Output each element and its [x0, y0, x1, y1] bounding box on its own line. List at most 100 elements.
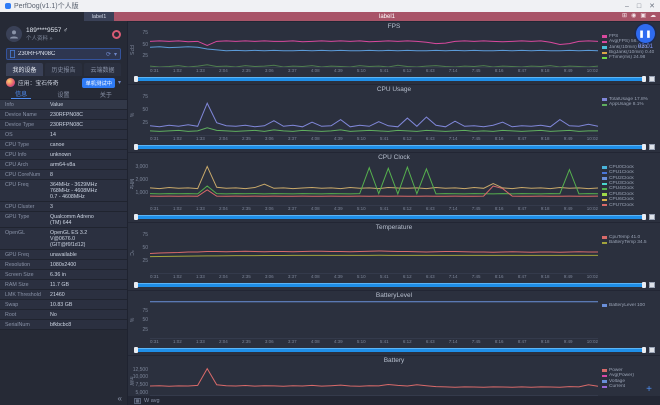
range-reset-button[interactable] [649, 282, 655, 288]
avg-toggle[interactable]: ▦ [134, 398, 141, 404]
device-info-table: InfoValueDevice Name230RFPN08CDevice Typ… [0, 100, 127, 405]
x-axis-batterylevel: 0:311:021:332:042:353:063:374:084:395:10… [150, 339, 598, 346]
banner-icon-group: ⊞ ◉ ▣ ☁ [622, 12, 656, 21]
tab-strip: label1 label1 ⊞◉▣☁ [0, 12, 660, 21]
table-row: OS14 [0, 130, 127, 140]
chart-plot-battery[interactable] [150, 365, 598, 396]
tab-history-reports[interactable]: 历史报告 [45, 63, 82, 76]
case-tab[interactable]: label1 [84, 12, 114, 21]
series-CPU4Clock [150, 167, 598, 194]
legend-swatch [602, 52, 607, 55]
chart-body-battery: mW12,50010,0007,5005,000PowerAvg(Power)V… [128, 365, 660, 396]
marker-icon[interactable]: ◉ [631, 12, 636, 21]
row-label: CPU Type [0, 142, 50, 148]
row-value: OpenGL ES 3.2 V@0676.0 (GIT@f6f1d12) [50, 230, 127, 248]
minimize-button[interactable]: – [625, 3, 629, 10]
y-unit-label: FPS [128, 45, 134, 55]
x-tick-label: 5:41 [380, 136, 389, 143]
legend-cpu-clock: CPU0ClockCPU1ClockCPU2ClockCPU3ClockCPU4… [598, 162, 660, 206]
x-tick-label: 1:02 [173, 206, 182, 213]
x-tick-label: 2:04 [219, 274, 228, 281]
table-row: CPU Archarm64-v8a [0, 160, 127, 170]
row-value: Qualcomm Adreno (TM) 644 [50, 214, 127, 226]
x-tick-label: 4:39 [334, 136, 343, 143]
row-value: 364MHz - 3629MHz 768MHz - 4608MHz 0.7 - … [50, 182, 127, 200]
x-tick-label: 6:43 [426, 136, 435, 143]
row-label: OpenGL [0, 230, 50, 248]
range-reset-button[interactable] [649, 214, 655, 220]
legend-swatch [602, 304, 607, 307]
app-caret-icon[interactable]: ▾ [118, 79, 121, 86]
y-tick-label: 7,500 [135, 382, 148, 388]
range-scrollbar[interactable] [134, 348, 646, 352]
tab-my-devices[interactable]: 我的设备 [6, 63, 43, 76]
maximize-button[interactable]: □ [637, 3, 641, 10]
x-tick-label: 4:39 [334, 206, 343, 213]
range-reset-button[interactable] [649, 144, 655, 150]
range-scrollbar[interactable] [134, 145, 646, 149]
pause-button[interactable]: ❚❚ [636, 24, 655, 43]
chart-section-battery: BatterymW12,50010,0007,5005,000PowerAvg(… [128, 355, 660, 396]
sidebar: 189****9557 ♂ 个人资料 » 230RFPN08C ⟳ ▾ 我的设备… [0, 21, 128, 405]
window-title: PerfDog(v1.1)个人版 [14, 1, 617, 11]
legend-swatch [602, 98, 607, 101]
x-tick-label: 7:14 [449, 206, 458, 213]
x-axis-fps: 0:311:021:332:042:353:063:374:084:395:10… [150, 68, 598, 75]
row-label: Root [0, 312, 50, 318]
range-scrollbar[interactable] [134, 215, 646, 219]
logout-icon[interactable] [112, 30, 121, 39]
y-tick-label: 25 [142, 120, 148, 126]
chart-title-batterylevel: BatteryLevel [128, 291, 660, 300]
tab-cloud-data[interactable]: 云端数据 [84, 63, 121, 76]
table-row: SerialNumbfkbcbc8 [0, 320, 127, 330]
chart-plot-cpu-clock[interactable] [150, 162, 598, 206]
tab-settings[interactable]: 设置 [53, 90, 73, 99]
device-select[interactable]: 230RFPN08C ⟳ ▾ [6, 48, 121, 60]
chevron-down-icon[interactable]: ▾ [114, 51, 117, 58]
range-reset-button[interactable] [649, 76, 655, 82]
legend-label: BatteryLevel 100 [609, 303, 645, 308]
x-tick-label: 8:47 [518, 136, 527, 143]
chart-plot-batterylevel[interactable] [150, 300, 598, 339]
cloud-icon[interactable]: ☁ [650, 12, 656, 21]
test-status-badge[interactable]: 单机测试中 [82, 78, 115, 88]
legend-swatch [602, 177, 607, 180]
x-tick-label: 4:39 [334, 68, 343, 75]
x-tick-label: 2:04 [219, 68, 228, 75]
chart-plot-fps[interactable] [150, 31, 598, 68]
row-value: No [50, 312, 127, 318]
range-scrollbar[interactable] [134, 283, 646, 287]
y-tick-label: 3,000 [135, 164, 148, 170]
legend-battery: PowerAvg(Power)VoltageCurrent+ [598, 365, 660, 396]
crosshair-button[interactable]: + [646, 385, 652, 395]
range-scrollbar[interactable] [134, 77, 646, 81]
table-row: RootNo [0, 310, 127, 320]
apps-icon[interactable]: ⊞ [622, 12, 627, 21]
x-tick-label: 3:37 [288, 136, 297, 143]
x-tick-label: 9:49 [564, 136, 573, 143]
user-row[interactable]: 189****9557 ♂ 个人资料 » [0, 21, 127, 47]
x-tick-label: 4:39 [334, 274, 343, 281]
tab-info[interactable]: 信息 [11, 89, 31, 99]
chart-plot-cpu-usage[interactable] [150, 94, 598, 136]
x-tick-label: 1:33 [196, 68, 205, 75]
x-tick-label: 4:39 [334, 339, 343, 346]
row-label: Device Name [0, 112, 50, 118]
refresh-icon[interactable]: ⟳ [106, 51, 111, 58]
chart-plot-temperature[interactable] [150, 232, 598, 274]
tab-about[interactable]: 关于 [96, 90, 116, 99]
range-reset-button[interactable] [649, 347, 655, 353]
chart-title-cpu-usage: CPU Usage [128, 85, 660, 94]
close-button[interactable]: ✕ [649, 2, 655, 10]
x-tick-label: 2:04 [219, 206, 228, 213]
user-meta: 189****9557 ♂ 个人资料 » [26, 27, 108, 42]
avg-label: W avg [144, 398, 160, 404]
user-name: 189****9557 ♂ [26, 27, 108, 34]
chart-title-temperature: Temperature [128, 223, 660, 232]
y-unit-label: MHz [128, 179, 134, 189]
sidebar-collapse-button[interactable]: « [118, 394, 122, 403]
app-row[interactable]: 应用：宝石传奇 单机测试中 ▾ [0, 76, 127, 89]
stop-icon[interactable]: ▣ [640, 12, 646, 21]
table-row: GPU TypeQualcomm Adreno (TM) 644 [0, 212, 127, 228]
chart-area: ❚❚ 03:01 FPSFPS755025FPSAvg(FPS) 56.9Jan… [128, 21, 660, 405]
